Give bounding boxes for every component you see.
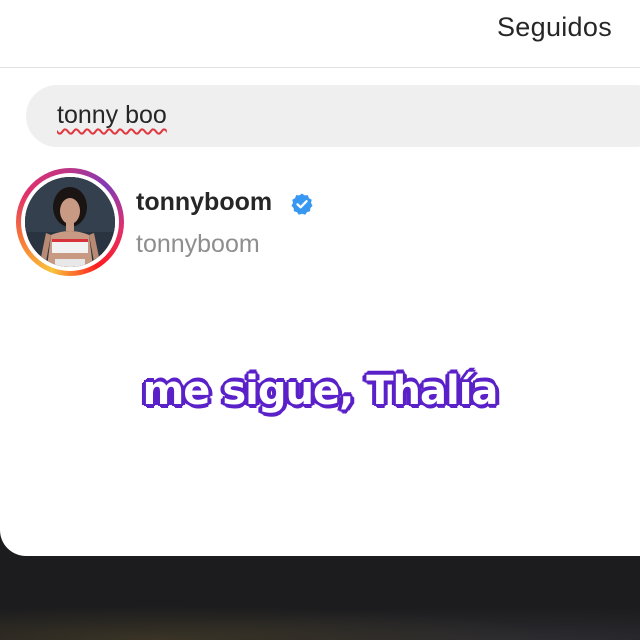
- avatar-image: [25, 177, 115, 267]
- verified-badge-icon: [291, 193, 313, 215]
- search-result-item[interactable]: tonnyboom tonnyboom: [16, 168, 616, 278]
- search-input-value[interactable]: tonny boo: [57, 101, 167, 130]
- story-ring[interactable]: [16, 168, 124, 276]
- header-title: Seguidos: [497, 12, 612, 42]
- search-input[interactable]: tonny boo: [26, 85, 640, 147]
- result-full-name: tonnyboom: [136, 230, 260, 258]
- background-blur: [0, 600, 640, 640]
- video-caption: me sigue, Thalía: [142, 368, 499, 414]
- avatar[interactable]: [25, 177, 115, 267]
- header: Seguidos: [0, 0, 640, 68]
- result-username[interactable]: tonnyboom: [136, 188, 272, 217]
- following-panel: Seguidos tonny boo tonnyboom tonnyboom m…: [0, 0, 640, 556]
